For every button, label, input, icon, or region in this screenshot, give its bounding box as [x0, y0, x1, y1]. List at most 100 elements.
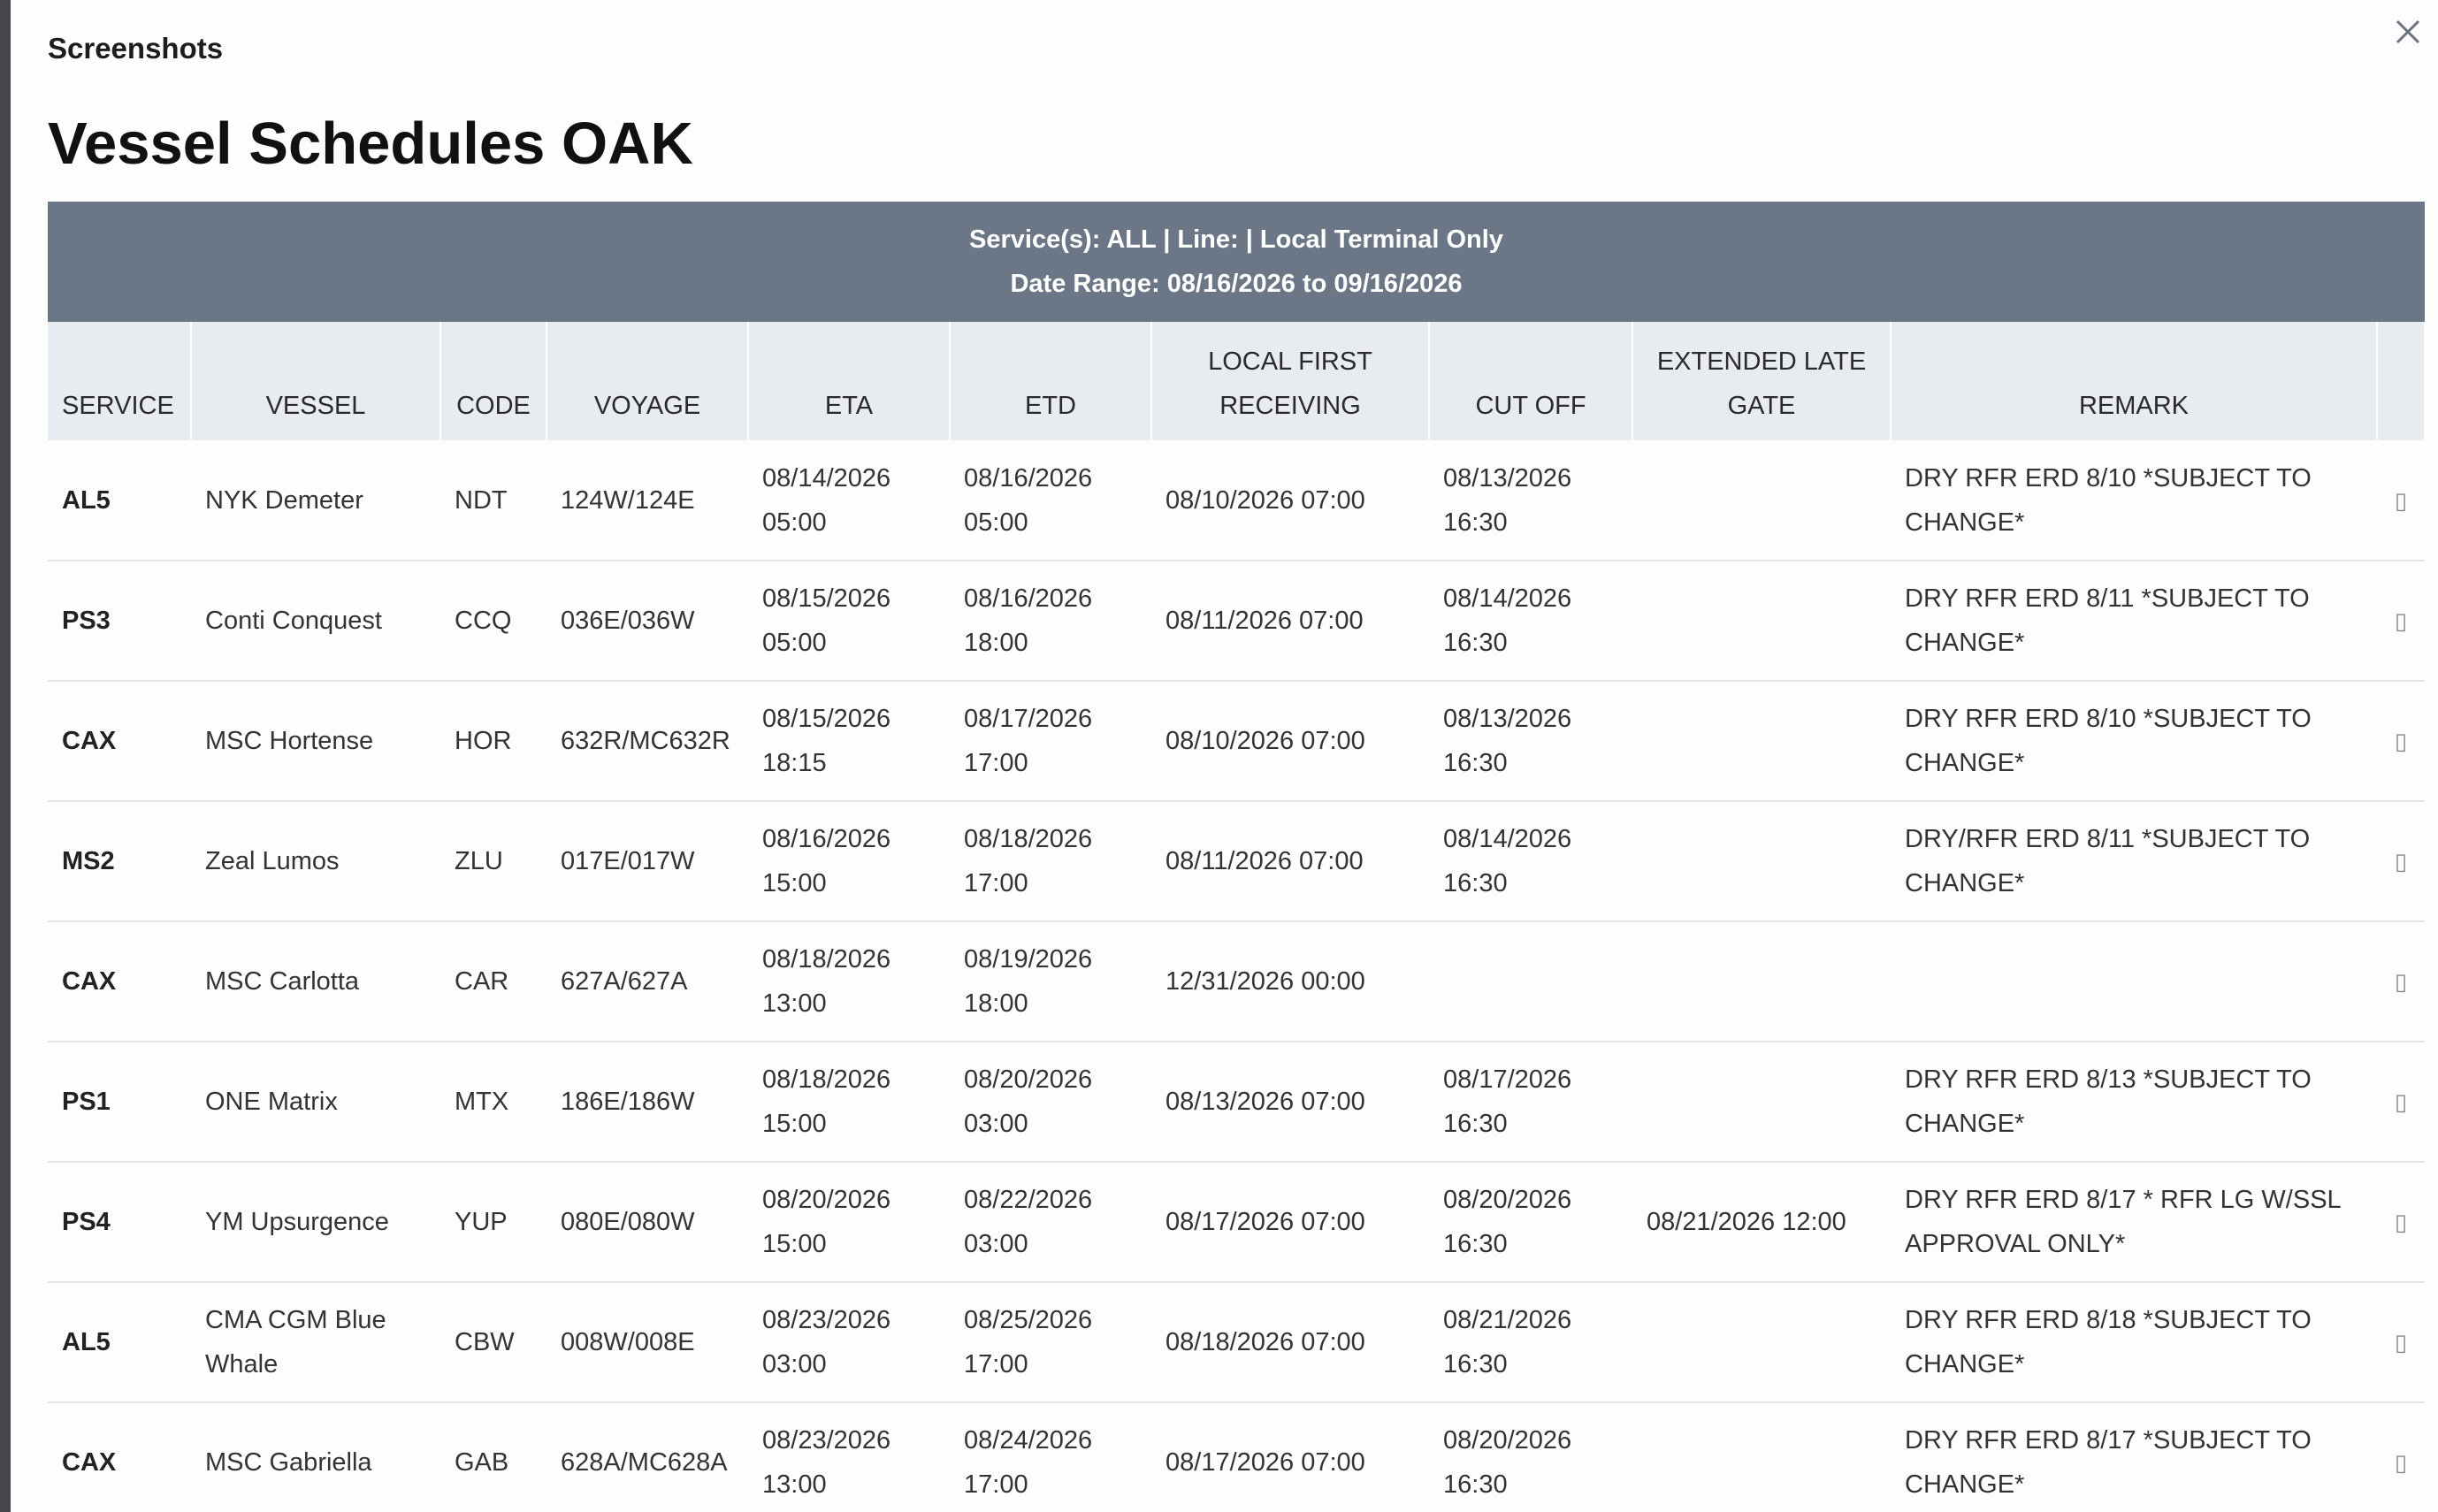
cell-action[interactable]: ▯ [2377, 561, 2425, 682]
cutoff-date: 08/21/2026 [1443, 1306, 1572, 1334]
code-value: MTX [455, 1088, 509, 1116]
cell-code: GAB [440, 1402, 546, 1512]
cell-extended-late-gate: 08/21/2026 12:00 [1632, 1162, 1891, 1283]
service-value: PS1 [62, 1088, 111, 1116]
eta-time: 03:00 [762, 1350, 827, 1378]
column-header-eta[interactable]: ETA [748, 322, 951, 440]
close-button[interactable] [2388, 12, 2427, 51]
cell-voyage: 632R/MC632R [546, 681, 748, 802]
remark-line2: APPROVAL ONLY* [1905, 1230, 2126, 1258]
row-action-icon[interactable]: ▯ [2395, 968, 2407, 995]
cell-extended-late-gate [1632, 440, 1891, 561]
cell-extended-late-gate [1632, 681, 1891, 802]
table-row[interactable]: PS4 YM Upsurgence YUP 080E/080W 08/20/2026 15… [48, 1162, 2425, 1283]
cell-eta: 08/15/2026 05:00 [748, 561, 950, 682]
cell-action[interactable]: ▯ [2377, 1162, 2425, 1283]
table-row[interactable]: AL5 CMA CGM Blue Whale CBW 008W/008E 08/23/2… [48, 1282, 2425, 1403]
row-action-icon[interactable]: ▯ [2395, 848, 2407, 874]
cell-etd: 08/24/2026 17:00 [950, 1402, 1151, 1512]
cell-action[interactable]: ▯ [2377, 1402, 2425, 1512]
eta-date: 08/14/2026 [762, 463, 891, 493]
service-value: CAX [62, 1448, 117, 1477]
cell-local-first-receiving: 08/18/2026 07:00 [1151, 1282, 1429, 1403]
column-header-remark[interactable]: REMARK [1891, 322, 2378, 440]
eta-time: 13:00 [762, 989, 827, 1018]
service-value: AL5 [62, 485, 111, 515]
cell-etd: 08/20/2026 03:00 [950, 1042, 1151, 1163]
cell-remark: DRY RFR ERD 8/11 *SUBJECT TO CHANGE* [1891, 561, 2377, 682]
column-header-extended-late-gate[interactable]: EXTENDED LATE GATE [1632, 322, 1892, 440]
cell-voyage: 080E/080W [546, 1162, 748, 1283]
row-action-icon[interactable]: ▯ [2395, 1449, 2407, 1476]
cell-voyage: 008W/008E [546, 1282, 748, 1403]
cell-vessel: MSC Hortense [191, 681, 440, 802]
eta-time: 18:15 [762, 749, 827, 777]
cell-code: CCQ [440, 561, 546, 682]
etd-date: 08/20/2026 [964, 1065, 1093, 1094]
table-row[interactable]: PS1 ONE Matrix MTX 186E/186W 08/18/2026 15:00… [48, 1042, 2425, 1163]
column-header-vessel[interactable]: VESSEL [191, 322, 441, 440]
cutoff-time: 16:30 [1443, 1230, 1508, 1258]
cell-action[interactable]: ▯ [2377, 801, 2425, 922]
column-header-local-first-receiving[interactable]: LOCAL FIRST RECEIVING [1151, 322, 1430, 440]
close-icon [2396, 19, 2420, 44]
column-header-voyage[interactable]: VOYAGE [546, 322, 749, 440]
eta-date: 08/18/2026 [762, 1065, 891, 1094]
table-row[interactable]: CAX MSC Hortense HOR 632R/MC632R 08/15/2026 1… [48, 681, 2425, 802]
remark-line1: DRY RFR ERD 8/11 *SUBJECT TO [1905, 584, 2310, 613]
cell-eta: 08/14/2026 05:00 [748, 440, 950, 561]
cell-extended-late-gate [1632, 1402, 1891, 1512]
table-row[interactable]: AL5 NYK Demeter NDT 124W/124E 08/14/2026 05:0… [48, 440, 2425, 561]
column-header-lfr-line2: RECEIVING [1219, 392, 1361, 420]
column-header-etd[interactable]: ETD [950, 322, 1152, 440]
cell-service: AL5 [48, 1282, 191, 1403]
remark-line1: DRY RFR ERD 8/10 *SUBJECT TO [1905, 463, 2312, 493]
cell-action[interactable]: ▯ [2377, 1042, 2425, 1163]
table-row[interactable]: PS3 Conti Conquest CCQ 036E/036W 08/15/2026 0… [48, 561, 2425, 682]
table-row[interactable]: MS2 Zeal Lumos ZLU 017E/017W 08/16/2026 15:00… [48, 801, 2425, 922]
cell-action[interactable]: ▯ [2377, 921, 2425, 1042]
eta-time: 05:00 [762, 508, 827, 537]
table-row[interactable]: CAX MSC Gabriella GAB 628A/MC628A 08/23/2026… [48, 1402, 2425, 1512]
voyage-value: 632R/MC632R [561, 727, 730, 755]
row-action-icon[interactable]: ▯ [2395, 1329, 2407, 1355]
eta-time: 13:00 [762, 1470, 827, 1499]
cutoff-date: 08/17/2026 [1443, 1065, 1572, 1094]
row-action-icon[interactable]: ▯ [2395, 728, 2407, 754]
cell-action[interactable]: ▯ [2377, 681, 2425, 802]
cell-action[interactable]: ▯ [2377, 1282, 2425, 1403]
cell-cut-off: 08/14/2026 16:30 [1429, 801, 1632, 922]
cell-remark: DRY RFR ERD 8/18 *SUBJECT TO CHANGE* [1891, 1282, 2377, 1403]
cell-action[interactable]: ▯ [2377, 440, 2425, 561]
cell-voyage: 017E/017W [546, 801, 748, 922]
cell-vessel: MSC Gabriella [191, 1402, 440, 1512]
etd-date: 08/25/2026 [964, 1306, 1093, 1334]
eta-date: 08/23/2026 [762, 1426, 891, 1455]
voyage-value: 186E/186W [561, 1088, 695, 1116]
row-action-icon[interactable]: ▯ [2395, 1088, 2407, 1115]
elg-value: 08/21/2026 12:00 [1647, 1208, 1846, 1236]
cutoff-time: 16:30 [1443, 869, 1508, 897]
table-row[interactable]: CAX MSC Carlotta CAR 627A/627A 08/18/2026 13:… [48, 921, 2425, 1042]
cell-voyage: 628A/MC628A [546, 1402, 748, 1512]
cutoff-time: 16:30 [1443, 508, 1508, 537]
row-action-icon[interactable]: ▯ [2395, 607, 2407, 634]
cutoff-date: 08/20/2026 [1443, 1186, 1572, 1214]
cell-local-first-receiving: 08/17/2026 07:00 [1151, 1162, 1429, 1283]
remark-line1: DRY RFR ERD 8/10 *SUBJECT TO [1905, 705, 2312, 733]
remark-line2: CHANGE* [1905, 749, 2025, 777]
cell-eta: 08/23/2026 03:00 [748, 1282, 950, 1403]
row-action-icon[interactable]: ▯ [2395, 1209, 2407, 1235]
cell-voyage: 036E/036W [546, 561, 748, 682]
cell-service: PS3 [48, 561, 191, 682]
column-header-service[interactable]: SERVICE [48, 322, 192, 440]
column-header-elg-line2: GATE [1727, 392, 1796, 420]
row-action-icon[interactable]: ▯ [2395, 487, 2407, 514]
column-header-cut-off[interactable]: CUT OFF [1429, 322, 1633, 440]
cell-vessel: ONE Matrix [191, 1042, 440, 1163]
code-value: CBW [455, 1328, 515, 1356]
voyage-value: 036E/036W [561, 607, 695, 635]
service-value: CAX [62, 967, 117, 996]
column-header-code[interactable]: CODE [440, 322, 547, 440]
cutoff-date: 08/13/2026 [1443, 463, 1572, 493]
